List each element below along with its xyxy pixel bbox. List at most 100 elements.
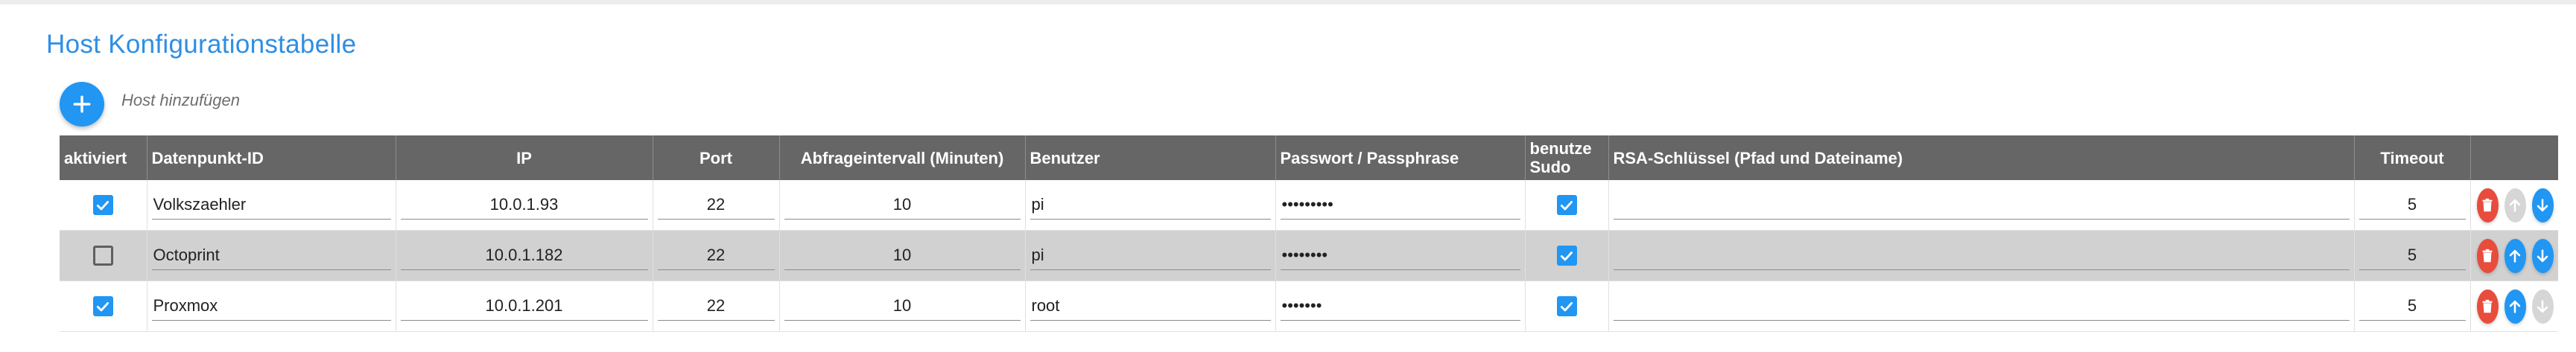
password-field[interactable]: ••••••• — [1280, 292, 1520, 321]
cell-enabled — [60, 281, 147, 332]
cell-actions — [2469, 281, 2558, 332]
ip-field[interactable]: 10.0.1.93 — [400, 191, 648, 220]
datapoint-id-field[interactable]: Octoprint — [151, 241, 391, 270]
trash-icon — [2482, 249, 2493, 262]
check-icon — [1560, 301, 1573, 311]
cell-actions — [2469, 180, 2558, 231]
cell-ip: 10.0.1.93 — [395, 180, 653, 231]
password-field[interactable]: •••••••• — [1280, 241, 1520, 270]
cell-ip: 10.0.1.201 — [395, 281, 653, 332]
port-field[interactable]: 22 — [657, 292, 775, 321]
user-field[interactable]: pi — [1030, 191, 1271, 220]
interval-field[interactable]: 10 — [784, 292, 1021, 321]
arrow-down-icon — [2537, 249, 2548, 262]
col-header-port: Port — [652, 135, 779, 180]
cell-password: ••••••••• — [1275, 180, 1525, 231]
ip-field[interactable]: 10.0.1.182 — [400, 241, 648, 270]
rsa-key-field[interactable] — [1613, 292, 2350, 321]
col-header-ip: IP — [395, 135, 653, 180]
datapoint-id-field[interactable]: Volkszaehler — [151, 191, 391, 220]
host-config-table: aktiviert Datenpunkt-ID IP Port Abfragei… — [60, 135, 2558, 332]
cell-port: 22 — [652, 281, 779, 332]
cell-rsa — [1608, 230, 2354, 281]
row-actions — [2475, 289, 2554, 324]
cell-datapoint: Octoprint — [146, 230, 396, 281]
cell-rsa — [1608, 180, 2354, 231]
cell-password: ••••••• — [1275, 281, 1525, 332]
cell-timeout: 5 — [2353, 281, 2470, 332]
cell-timeout: 5 — [2353, 180, 2470, 231]
add-host-label: Host hinzufügen — [121, 91, 240, 109]
enabled-checkbox[interactable] — [92, 246, 113, 266]
delete-row-button[interactable] — [2476, 188, 2499, 223]
table-row: Volkszaehler 10.0.1.93 22 10 pi ••••••••• 5 — [60, 180, 2558, 231]
timeout-field[interactable]: 5 — [2358, 191, 2466, 220]
top-border — [0, 0, 2576, 4]
interval-field[interactable]: 10 — [784, 241, 1021, 270]
col-header-password: Passwort / Passphrase — [1275, 135, 1525, 180]
page-title: Host Konfigurationstabelle — [46, 30, 357, 59]
port-field[interactable]: 22 — [657, 191, 775, 220]
col-header-interval: Abfrageintervall (Minuten) — [778, 135, 1025, 180]
rsa-key-field[interactable] — [1613, 241, 2350, 270]
col-header-enabled: aktiviert — [60, 135, 147, 180]
cell-datapoint: Volkszaehler — [146, 180, 396, 231]
table-row: Proxmox 10.0.1.201 22 10 root ••••••• 5 — [60, 281, 2558, 332]
move-up-button — [2504, 188, 2526, 223]
cell-actions — [2469, 230, 2558, 281]
arrow-down-icon — [2537, 198, 2548, 211]
cell-user: root — [1024, 281, 1275, 332]
check-icon — [97, 200, 110, 210]
trash-icon — [2482, 299, 2493, 313]
rsa-key-field[interactable] — [1613, 191, 2350, 220]
col-header-actions — [2469, 135, 2558, 180]
cell-port: 22 — [652, 180, 779, 231]
timeout-field[interactable]: 5 — [2358, 292, 2466, 321]
move-down-button[interactable] — [2531, 238, 2554, 273]
cell-rsa — [1608, 281, 2354, 332]
move-down-button[interactable] — [2531, 188, 2554, 223]
sudo-checkbox[interactable] — [1556, 246, 1577, 266]
datapoint-id-field[interactable]: Proxmox — [151, 292, 391, 321]
sudo-checkbox[interactable] — [1556, 195, 1577, 215]
cell-port: 22 — [652, 230, 779, 281]
cell-interval: 10 — [778, 230, 1025, 281]
password-field[interactable]: ••••••••• — [1280, 191, 1520, 220]
table-row: Octoprint 10.0.1.182 22 10 pi •••••••• 5 — [60, 230, 2558, 281]
col-header-rsa: RSA-Schlüssel (Pfad und Dateiname) — [1608, 135, 2354, 180]
sudo-checkbox[interactable] — [1556, 296, 1577, 316]
cell-user: pi — [1024, 230, 1275, 281]
cell-interval: 10 — [778, 180, 1025, 231]
cell-password: •••••••• — [1275, 230, 1525, 281]
arrow-up-icon — [2510, 199, 2521, 212]
cell-enabled — [60, 180, 147, 231]
cell-interval: 10 — [778, 281, 1025, 332]
col-header-sudo: benutze Sudo — [1524, 135, 1608, 180]
arrow-up-icon — [2510, 300, 2521, 313]
interval-field[interactable]: 10 — [784, 191, 1021, 220]
col-header-user: Benutzer — [1024, 135, 1275, 180]
move-up-button[interactable] — [2504, 289, 2526, 324]
ip-field[interactable]: 10.0.1.201 — [400, 292, 648, 321]
enabled-checkbox[interactable] — [92, 296, 113, 316]
user-field[interactable]: pi — [1030, 241, 1271, 270]
delete-row-button[interactable] — [2476, 289, 2499, 324]
cell-datapoint: Proxmox — [146, 281, 396, 332]
check-icon — [1560, 251, 1573, 260]
user-field[interactable]: root — [1030, 292, 1271, 321]
move-down-button — [2531, 289, 2554, 324]
move-up-button[interactable] — [2504, 238, 2526, 273]
enabled-checkbox[interactable] — [92, 195, 113, 215]
cell-sudo — [1524, 281, 1608, 332]
col-header-datapoint: Datenpunkt-ID — [146, 135, 396, 180]
port-field[interactable]: 22 — [657, 241, 775, 270]
plus-icon — [73, 95, 91, 113]
col-header-timeout: Timeout — [2353, 135, 2470, 180]
add-host-button[interactable] — [60, 82, 104, 127]
table-header-row: aktiviert Datenpunkt-ID IP Port Abfragei… — [60, 135, 2558, 180]
cell-ip: 10.0.1.182 — [395, 230, 653, 281]
check-icon — [97, 301, 110, 311]
delete-row-button[interactable] — [2476, 238, 2499, 273]
timeout-field[interactable]: 5 — [2358, 241, 2466, 270]
cell-user: pi — [1024, 180, 1275, 231]
